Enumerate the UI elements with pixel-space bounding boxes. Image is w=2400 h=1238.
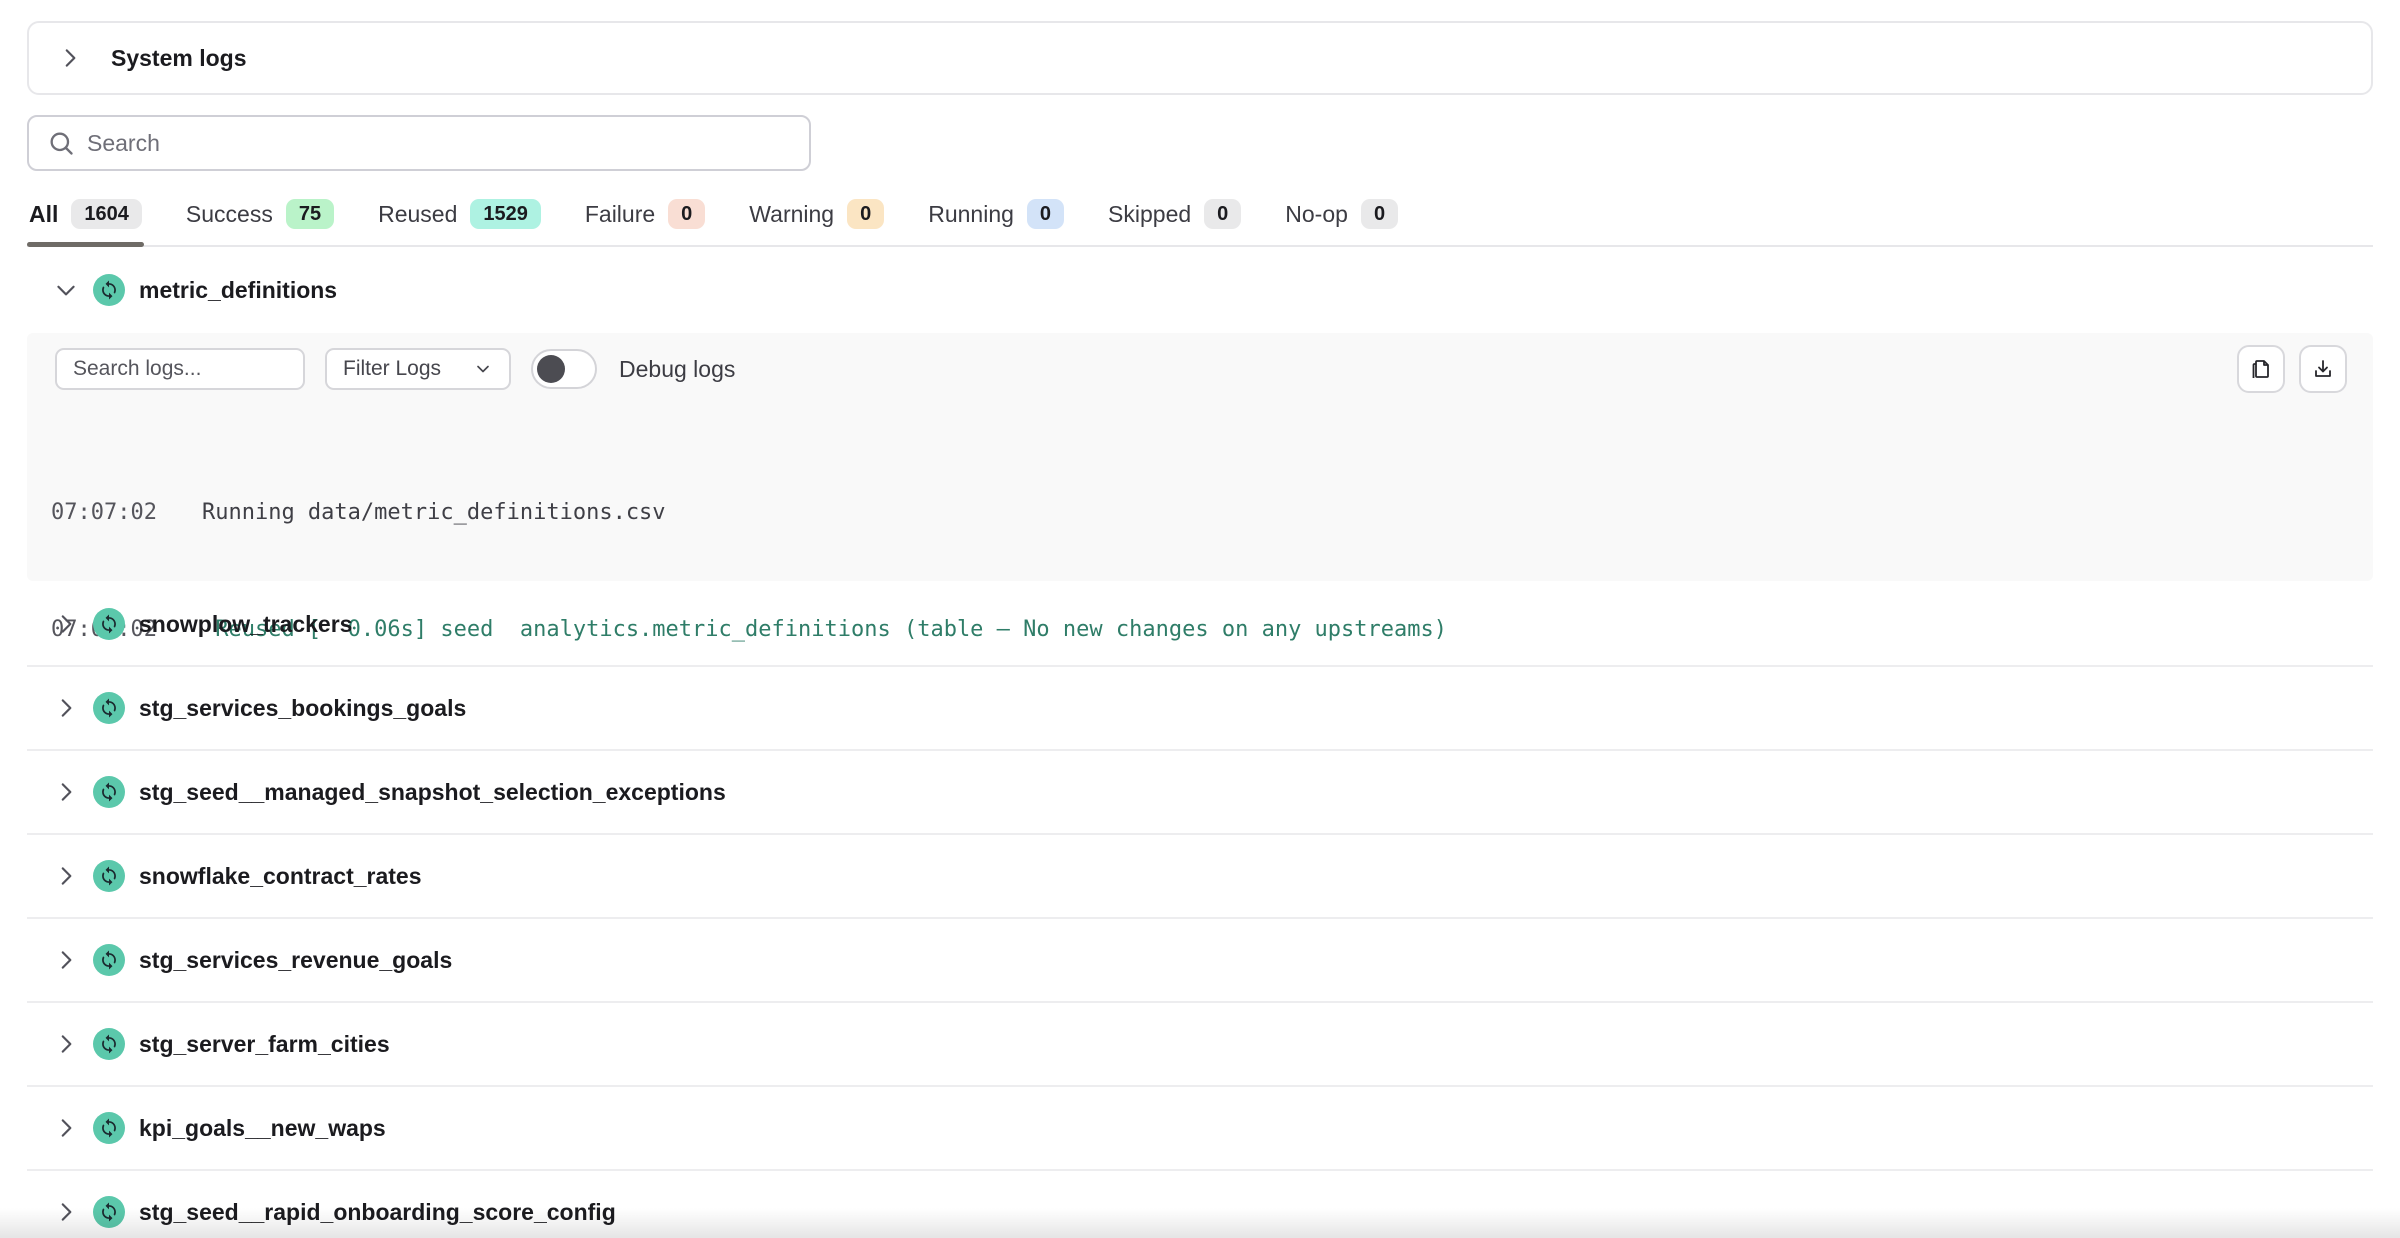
- tab-label: Warning: [749, 201, 834, 228]
- chevron-right-icon: [57, 45, 83, 71]
- debug-logs-label: Debug logs: [619, 356, 735, 383]
- chevron-right-icon: [53, 611, 79, 637]
- list-item-stg-services-revenue-goals[interactable]: stg_services_revenue_goals: [27, 919, 2373, 1003]
- reused-status-icon: [93, 1196, 125, 1228]
- item-label: stg_seed__rapid_onboarding_score_config: [139, 1199, 616, 1226]
- list-item-stg-seed-rapid-onboarding-score-config[interactable]: stg_seed__rapid_onboarding_score_config: [27, 1171, 2373, 1238]
- reused-status-icon: [93, 608, 125, 640]
- debug-logs-toggle[interactable]: [531, 349, 597, 389]
- status-tabs: All 1604 Success 75 Reused 1529 Failure …: [27, 195, 2373, 247]
- log-panel: Filter Logs Debug logs 07:07:02 Running …: [27, 333, 2373, 581]
- tab-failure[interactable]: Failure 0: [583, 195, 707, 245]
- log-message: Running data/metric_definitions.csv: [202, 493, 666, 532]
- item-label: stg_seed__managed_snapshot_selection_exc…: [139, 779, 726, 806]
- item-label: stg_server_farm_cities: [139, 1031, 390, 1058]
- filter-logs-label: Filter Logs: [343, 357, 441, 381]
- list-item-stg-services-bookings-goals[interactable]: stg_services_bookings_goals: [27, 667, 2373, 751]
- tab-label: Success: [186, 201, 273, 228]
- expanded-item-header-metric-definitions[interactable]: metric_definitions: [27, 247, 2373, 333]
- filter-logs-select[interactable]: Filter Logs: [325, 348, 511, 390]
- chevron-right-icon: [53, 695, 79, 721]
- tab-all[interactable]: All 1604: [27, 195, 144, 245]
- reused-status-icon: [93, 274, 125, 306]
- system-logs-page: System logs All 1604 Success 75 Reused 1…: [0, 0, 2400, 1238]
- tab-count-badge: 0: [1027, 199, 1064, 229]
- copy-icon: [2249, 357, 2273, 381]
- tab-label: Running: [928, 201, 1014, 228]
- chevron-right-icon: [53, 863, 79, 889]
- copy-logs-button[interactable]: [2237, 345, 2285, 393]
- system-logs-header[interactable]: System logs: [27, 21, 2373, 95]
- reused-status-icon: [93, 1112, 125, 1144]
- item-label: snowflake_contract_rates: [139, 863, 422, 890]
- item-label: kpi_goals__new_waps: [139, 1115, 386, 1142]
- reused-status-icon: [93, 1028, 125, 1060]
- tab-count-badge: 75: [286, 199, 334, 229]
- item-label: stg_services_bookings_goals: [139, 695, 466, 722]
- toggle-knob: [537, 355, 565, 383]
- chevron-down-icon: [53, 277, 79, 303]
- log-timestamp: 07:07:02: [51, 493, 157, 532]
- tab-running[interactable]: Running 0: [926, 195, 1066, 245]
- reused-status-icon: [93, 692, 125, 724]
- tab-label: No-op: [1285, 201, 1348, 228]
- list-item-stg-seed-managed-snapshot-selection-exceptions[interactable]: stg_seed__managed_snapshot_selection_exc…: [27, 751, 2373, 835]
- list-item-kpi-goals-new-waps[interactable]: kpi_goals__new_waps: [27, 1087, 2373, 1171]
- chevron-right-icon: [53, 947, 79, 973]
- chevron-right-icon: [53, 1031, 79, 1057]
- log-actions: [2237, 345, 2347, 393]
- tab-reused[interactable]: Reused 1529: [376, 195, 543, 245]
- reused-status-icon: [93, 860, 125, 892]
- system-logs-title: System logs: [111, 45, 247, 72]
- tab-count-badge: 1529: [470, 199, 541, 229]
- search-bar: [27, 115, 811, 171]
- tab-noop[interactable]: No-op 0: [1283, 195, 1400, 245]
- tab-skipped[interactable]: Skipped 0: [1106, 195, 1243, 245]
- list-item-stg-server-farm-cities[interactable]: stg_server_farm_cities: [27, 1003, 2373, 1087]
- list-item-snowflake-contract-rates[interactable]: snowflake_contract_rates: [27, 835, 2373, 919]
- reused-status-icon: [93, 776, 125, 808]
- log-toolbar: Filter Logs Debug logs: [27, 333, 2373, 393]
- chevron-right-icon: [53, 1115, 79, 1141]
- download-icon: [2311, 357, 2335, 381]
- tab-label: Skipped: [1108, 201, 1191, 228]
- tab-label: Reused: [378, 201, 457, 228]
- log-line: 07:07:02 Running data/metric_definitions…: [51, 493, 2373, 532]
- search-icon: [47, 129, 75, 157]
- search-input[interactable]: [87, 117, 809, 169]
- reused-status-icon: [93, 944, 125, 976]
- tab-count-badge: 0: [1204, 199, 1241, 229]
- download-logs-button[interactable]: [2299, 345, 2347, 393]
- tab-count-badge: 0: [847, 199, 884, 229]
- item-label: snowplow_trackers: [139, 611, 352, 638]
- tab-count-badge: 0: [1361, 199, 1398, 229]
- log-search-input[interactable]: [55, 348, 305, 390]
- tab-count-badge: 1604: [71, 199, 142, 229]
- tab-success[interactable]: Success 75: [184, 195, 336, 245]
- tab-label: All: [29, 201, 58, 228]
- item-label: stg_services_revenue_goals: [139, 947, 452, 974]
- tab-label: Failure: [585, 201, 655, 228]
- chevron-down-icon: [473, 359, 493, 379]
- tab-count-badge: 0: [668, 199, 705, 229]
- expanded-item-label: metric_definitions: [139, 277, 337, 304]
- collapsed-items-list: snowplow_trackers stg_services_bookings_…: [27, 583, 2373, 1238]
- log-message: Reused [ 0.06s] seed analytics.metric_de…: [202, 610, 1447, 649]
- chevron-right-icon: [53, 779, 79, 805]
- chevron-right-icon: [53, 1199, 79, 1225]
- tab-warning[interactable]: Warning 0: [747, 195, 886, 245]
